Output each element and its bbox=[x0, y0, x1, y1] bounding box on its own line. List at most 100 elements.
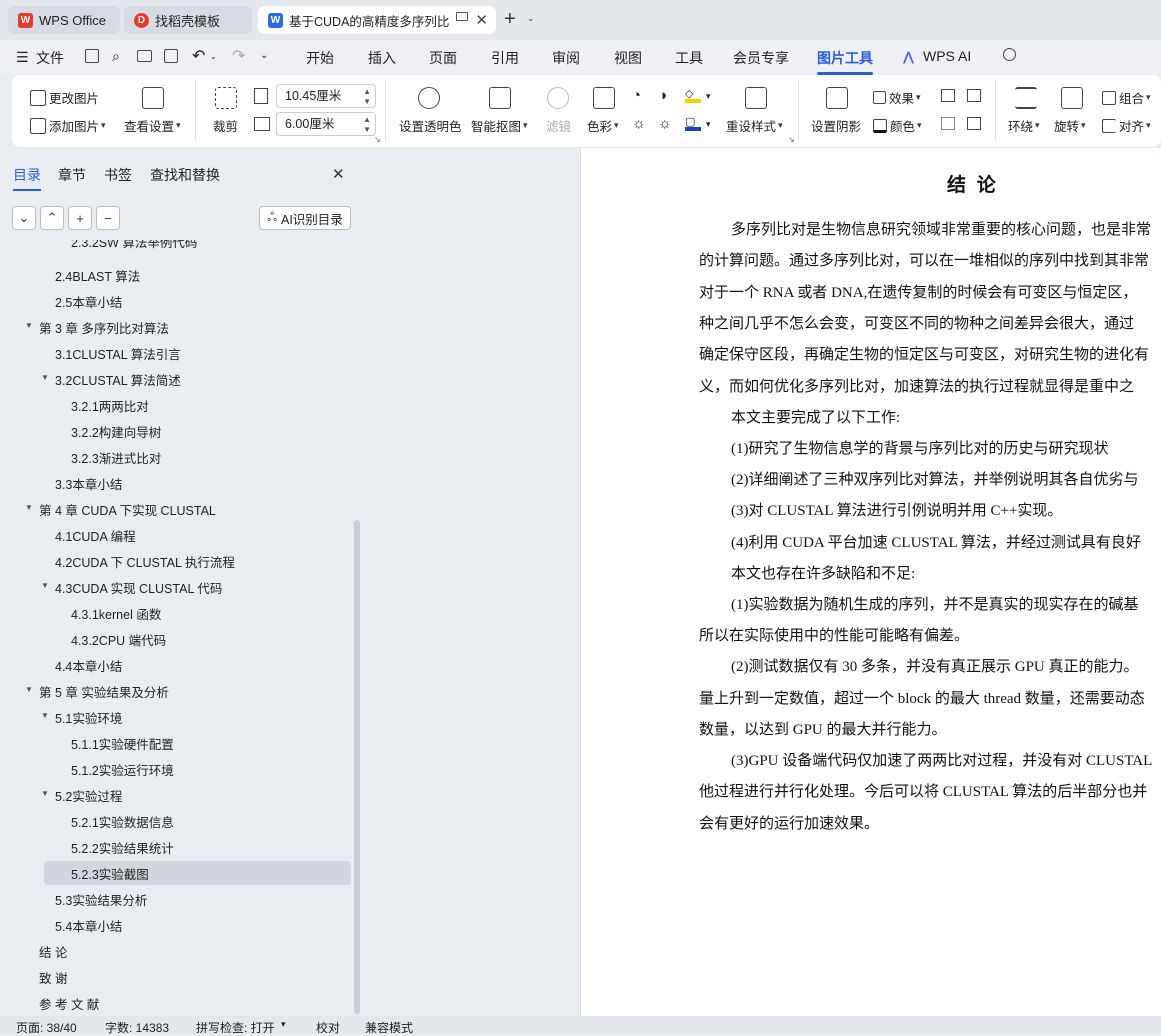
toc-item[interactable]: 2.4BLAST 算法 bbox=[55, 266, 140, 285]
collapse-up-button[interactable]: ⌃ bbox=[40, 206, 64, 230]
toc-item[interactable]: 3.1CLUSTAL 算法引言 bbox=[55, 344, 181, 363]
toc-item[interactable]: 2.3.2SW 算法举例代码 bbox=[71, 240, 197, 251]
dialog-launcher-icon[interactable]: ↘ bbox=[788, 135, 795, 144]
brightness-down-icon[interactable]: ☼ bbox=[632, 115, 646, 132]
fill-chevron-icon[interactable]: ▾ bbox=[706, 91, 711, 102]
print-icon[interactable] bbox=[137, 50, 152, 62]
expand-triangle-icon[interactable]: ▼ bbox=[41, 711, 49, 720]
menu-page[interactable]: 页面 bbox=[429, 48, 457, 68]
page-indicator[interactable]: 页面: 38/40 bbox=[16, 1019, 77, 1036]
color-button[interactable]: 色彩 ▾ bbox=[587, 116, 619, 135]
toc-item[interactable]: 参 考 文 献 bbox=[39, 994, 99, 1013]
toc-item[interactable]: 4.4本章小结 bbox=[55, 656, 122, 675]
outline-chevron-icon[interactable]: ▾ bbox=[706, 119, 711, 130]
brightness-up-icon[interactable]: ◔ bbox=[632, 87, 641, 104]
toc-item[interactable]: 3.2.2构建向导树 bbox=[71, 422, 161, 441]
menu-wps-ai[interactable]: WPS AI bbox=[923, 48, 971, 64]
filter-button[interactable]: 滤镜 bbox=[546, 116, 571, 135]
print-preview-icon[interactable] bbox=[164, 49, 178, 63]
close-tab-icon[interactable]: ✕ bbox=[475, 11, 488, 29]
width-input[interactable]: 6.00厘米 ▲ ▼ bbox=[276, 112, 376, 136]
toc-item[interactable]: 3.2CLUSTAL 算法简述 bbox=[55, 370, 181, 389]
toc-item[interactable]: 第 4 章 CUDA 下实现 CLUSTAL bbox=[39, 500, 216, 519]
toc-item[interactable]: 5.1.2实验运行环境 bbox=[71, 760, 174, 779]
toc-item[interactable]: 5.1实验环境 bbox=[55, 708, 122, 727]
outline-color-icon[interactable]: ▢ bbox=[685, 115, 701, 131]
menu-start[interactable]: 开始 bbox=[306, 48, 334, 68]
dialog-launcher-icon[interactable]: ↘ bbox=[374, 135, 381, 144]
toc-item[interactable]: 3.2.1两两比对 bbox=[71, 396, 149, 415]
menu-view[interactable]: 视图 bbox=[614, 48, 642, 68]
shadow-left-icon[interactable] bbox=[941, 117, 955, 130]
add-heading-button[interactable]: + bbox=[68, 206, 92, 230]
export-pdf-icon[interactable]: ⌕ bbox=[112, 48, 120, 65]
nav-tab-bookmarks[interactable]: 书签 bbox=[104, 165, 132, 185]
nav-tab-find-replace[interactable]: 查找和替换 bbox=[150, 165, 220, 185]
spin-up-icon[interactable]: ▲ bbox=[363, 88, 371, 96]
tab-wps-office[interactable]: W WPS Office bbox=[8, 6, 120, 34]
toc-item[interactable]: 4.3.2CPU 端代码 bbox=[71, 630, 166, 649]
toc-item[interactable]: 4.2CUDA 下 CLUSTAL 执行流程 bbox=[55, 552, 235, 571]
expand-triangle-icon[interactable]: ▼ bbox=[25, 503, 33, 512]
tab-list-chevron-icon[interactable]: ⌄ bbox=[527, 13, 535, 24]
nav-tab-chapters[interactable]: 章节 bbox=[58, 165, 86, 185]
align-button[interactable]: 对齐 ▾ bbox=[1102, 116, 1151, 135]
toc-item[interactable]: 5.3实验结果分析 bbox=[55, 890, 147, 909]
smart-cutout-button[interactable]: 智能抠图 ▾ bbox=[471, 116, 528, 135]
effect-button[interactable]: 效果 ▾ bbox=[873, 88, 921, 107]
menu-picture-tools[interactable]: 图片工具 bbox=[817, 48, 873, 75]
toc-scrollbar[interactable] bbox=[354, 520, 360, 1014]
expand-triangle-icon[interactable]: ▼ bbox=[41, 789, 49, 798]
expand-triangle-icon[interactable]: ▼ bbox=[41, 581, 49, 590]
spell-check-chevron-icon[interactable]: ▾ bbox=[281, 1019, 286, 1030]
spin-up-icon[interactable]: ▲ bbox=[363, 116, 371, 124]
menu-reference[interactable]: 引用 bbox=[491, 48, 519, 68]
view-settings-button[interactable]: 查看设置 ▾ bbox=[124, 116, 181, 135]
wrap-button[interactable]: 环绕 ▾ bbox=[1008, 116, 1040, 135]
word-count[interactable]: 字数: 14383 bbox=[105, 1019, 169, 1036]
toc-item[interactable]: 5.2实验过程 bbox=[55, 786, 122, 805]
toc-item-selected[interactable]: 5.2.3实验截图 bbox=[71, 864, 149, 883]
menu-tools[interactable]: 工具 bbox=[675, 48, 703, 68]
menu-review[interactable]: 审阅 bbox=[552, 48, 580, 68]
shadow-color-button[interactable]: 颜色 ▾ bbox=[873, 116, 922, 135]
contrast-up-icon[interactable]: ◑ bbox=[658, 87, 667, 104]
collapse-down-button[interactable]: ⌄ bbox=[12, 206, 36, 230]
spin-down-icon[interactable]: ▼ bbox=[363, 126, 371, 134]
set-shadow-button[interactable]: 设置阴影 bbox=[811, 116, 861, 135]
spin-down-icon[interactable]: ▼ bbox=[363, 98, 371, 106]
remove-heading-button[interactable]: − bbox=[96, 206, 120, 230]
crop-button[interactable]: 裁剪 bbox=[213, 116, 238, 135]
proofread-button[interactable]: 校对 bbox=[316, 1019, 340, 1036]
hamburger-icon[interactable]: ☰ bbox=[16, 49, 29, 66]
toc-item[interactable]: 结 论 bbox=[39, 942, 67, 961]
toc-item[interactable]: 第 3 章 多序列比对算法 bbox=[39, 318, 169, 337]
add-image-button[interactable]: 添加图片 ▾ bbox=[30, 116, 106, 135]
expand-triangle-icon[interactable]: ▼ bbox=[25, 321, 33, 330]
fill-color-icon[interactable]: ◇ bbox=[685, 87, 701, 103]
toc-item[interactable]: 5.2.1实验数据信息 bbox=[71, 812, 174, 831]
toc-item[interactable]: 4.3.1kernel 函数 bbox=[71, 604, 161, 623]
search-icon[interactable] bbox=[1003, 48, 1016, 61]
document-page[interactable] bbox=[580, 148, 1161, 1016]
height-input[interactable]: 10.45厘米 ▲ ▼ bbox=[276, 84, 376, 108]
toc-item[interactable]: 2.5本章小结 bbox=[55, 292, 122, 311]
menu-member[interactable]: 会员专享 bbox=[733, 48, 789, 68]
set-transparent-button[interactable]: 设置透明色 bbox=[399, 116, 462, 135]
toc-item[interactable]: 5.2.2实验结果统计 bbox=[71, 838, 174, 857]
toc-item[interactable]: 3.2.3渐进式比对 bbox=[71, 448, 161, 467]
save-icon[interactable] bbox=[85, 49, 99, 63]
toc-item[interactable]: 4.3CUDA 实现 CLUSTAL 代码 bbox=[55, 578, 222, 597]
group-button[interactable]: 组合 ▾ bbox=[1102, 88, 1151, 107]
ai-toc-button[interactable]: ஃ AI识别目录 bbox=[259, 206, 351, 230]
undo-chevron-icon[interactable]: ⌄ bbox=[210, 52, 217, 61]
expand-triangle-icon[interactable]: ▼ bbox=[25, 685, 33, 694]
menu-insert[interactable]: 插入 bbox=[368, 48, 396, 68]
crop-icon[interactable] bbox=[215, 87, 237, 109]
new-tab-icon[interactable]: + bbox=[504, 8, 516, 31]
redo-icon[interactable]: ↷ bbox=[232, 46, 245, 66]
shadow-down-icon[interactable] bbox=[967, 89, 981, 102]
toc-item[interactable]: 5.1.1实验硬件配置 bbox=[71, 734, 174, 753]
shadow-up-icon[interactable] bbox=[941, 89, 955, 102]
change-image-button[interactable]: 更改图片 bbox=[30, 88, 99, 107]
